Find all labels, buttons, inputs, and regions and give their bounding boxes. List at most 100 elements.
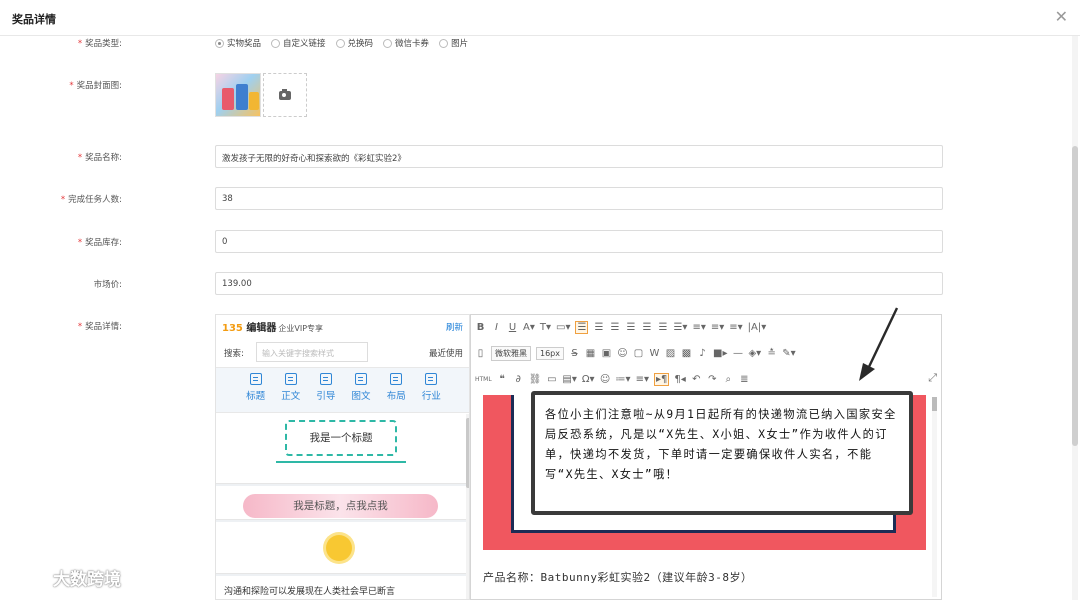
new-doc-icon[interactable]: ▯: [475, 348, 486, 359]
prize-name-input[interactable]: 激发孩子无限的好奇心和探索欲的《彩虹实验2》: [215, 145, 943, 168]
redo-icon[interactable]: ↷: [707, 374, 718, 385]
format-paint-icon[interactable]: ≛: [766, 348, 777, 359]
radio-dot-icon[interactable]: [271, 38, 281, 48]
task-count-input[interactable]: 38: [215, 187, 943, 210]
sun-icon: [326, 535, 352, 561]
tab-layout[interactable]: 布局: [387, 368, 406, 412]
radio-dot-icon[interactable]: [383, 38, 393, 48]
unordered-list-icon[interactable]: ≡▾: [636, 374, 649, 385]
align-right-icon[interactable]: ☰: [609, 322, 620, 333]
template-title-box: 我是一个标题: [285, 420, 397, 456]
editor135-header: 135 编辑器 企业VIP专享 刷新: [216, 315, 469, 337]
radio-physical[interactable]: 实物奖品: [215, 37, 261, 49]
close-icon[interactable]: ✕: [1055, 8, 1068, 26]
indent-icon[interactable]: ☰: [657, 322, 668, 333]
prize-type-label: * 奖品类型:: [77, 39, 122, 49]
search-replace-icon[interactable]: ⌕: [723, 374, 734, 385]
stock-label: * 奖品库存:: [77, 238, 122, 248]
style-search-input[interactable]: 输入关键字搜索样式: [256, 342, 368, 362]
undo-icon[interactable]: ↶: [691, 374, 702, 385]
letter-spacing-icon[interactable]: |A|▾: [748, 322, 767, 333]
strikethrough-icon[interactable]: S̶: [569, 348, 580, 359]
cover-label: * 奖品封面图:: [69, 81, 122, 91]
image-icon[interactable]: ▣: [601, 348, 612, 359]
radio-wechat-card[interactable]: 微信卡券: [383, 37, 429, 49]
toolbar-row: ▯ 微软雅黑 16px S̶ ▦ ▣ ☺ ▢ W ▨ ▩ ♪ ■▸ — ◈▾ ≛…: [475, 341, 796, 365]
font-color-icon[interactable]: A▾: [523, 322, 535, 333]
tab-body[interactable]: 正文: [281, 368, 300, 412]
editor-scrollbar[interactable]: [932, 397, 937, 597]
template-icon[interactable]: ▤▾: [562, 374, 576, 385]
template-item[interactable]: [216, 522, 466, 574]
emoji-icon[interactable]: ☺: [617, 348, 628, 359]
code-icon[interactable]: ▭: [546, 374, 557, 385]
tab-industry[interactable]: 行业: [422, 368, 441, 412]
template-item[interactable]: 沟通和探险可以发展现在人类社会早已断言: [216, 576, 466, 599]
horizontal-line-icon[interactable]: —: [732, 348, 743, 359]
radio-redeem-code[interactable]: 兑换码: [335, 37, 373, 49]
tab-title[interactable]: 标题: [246, 368, 265, 412]
scrollbar-thumb[interactable]: [1072, 146, 1078, 446]
radio-image[interactable]: 图片: [439, 37, 468, 49]
ordered-list-icon[interactable]: ≔▾: [616, 374, 631, 385]
align-left-icon[interactable]: ☰: [575, 320, 589, 334]
template-list: 我是一个标题 我是标题，点我点我 沟通和探险可以发展现在人类社会早已断言: [216, 414, 466, 599]
stock-input[interactable]: 0: [215, 230, 943, 253]
template-item[interactable]: 我是一个标题: [216, 414, 466, 484]
bg-color-icon[interactable]: ▭▾: [556, 322, 570, 333]
row-spacing-top-icon[interactable]: ≡▾: [692, 322, 705, 333]
template-item[interactable]: 我是标题，点我点我: [216, 486, 466, 520]
video-icon[interactable]: ■▸: [713, 348, 727, 359]
tab-image-text[interactable]: 图文: [352, 368, 371, 412]
link-icon[interactable]: ∂: [513, 374, 524, 385]
ltr-icon[interactable]: ▸¶: [653, 372, 670, 386]
italic-icon[interactable]: I: [491, 322, 502, 333]
cover-upload-button[interactable]: [263, 73, 307, 117]
notice-banner: 各位小主们注意啦~从9月1日起所有的快递物流已纳入国家安全局反恐系统，凡是以“X…: [483, 391, 926, 550]
bold-icon[interactable]: B: [475, 322, 486, 333]
picture-icon[interactable]: ▨: [665, 348, 676, 359]
audio-icon[interactable]: ♪: [697, 348, 708, 359]
quote-icon[interactable]: ❝: [497, 374, 508, 385]
smiley-icon[interactable]: ☺: [600, 374, 611, 385]
radio-dot-icon[interactable]: [439, 38, 449, 48]
line-height-icon[interactable]: ☰▾: [673, 322, 687, 333]
html-icon[interactable]: HTML: [475, 376, 492, 383]
recent-used-link[interactable]: 最近使用: [429, 347, 463, 359]
table-icon[interactable]: ▦: [585, 348, 596, 359]
product-name-text: 产品名称：Batbunny彩虹实验2（建议年龄3-8岁）: [483, 571, 753, 584]
refresh-link[interactable]: 刷新: [446, 321, 463, 333]
align-center-icon[interactable]: ☰: [593, 322, 604, 333]
gallery-icon[interactable]: ▩: [681, 348, 692, 359]
text-style-icon[interactable]: T▾: [540, 322, 551, 333]
dialog-scrollbar[interactable]: [1072, 36, 1078, 600]
dialog-header: 奖品详情 ✕: [0, 0, 1080, 36]
radio-dot-icon[interactable]: [215, 38, 224, 48]
unlink-icon[interactable]: ⛓: [529, 374, 542, 385]
link-box-icon[interactable]: ▢: [633, 348, 644, 359]
editor-content[interactable]: 各位小主们注意啦~从9月1日起所有的快递物流已纳入国家安全局反恐系统，凡是以“X…: [471, 391, 941, 599]
align-justify-icon[interactable]: ☰: [625, 322, 636, 333]
editor135-panel: 135 编辑器 企业VIP专享 刷新 搜索: 输入关键字搜索样式 最近使用 标题 …: [215, 314, 470, 600]
row-spacing-bottom-icon[interactable]: ≡▾: [711, 322, 724, 333]
font-family-select[interactable]: 微软雅黑: [491, 345, 531, 361]
radio-custom-link[interactable]: 自定义链接: [271, 37, 326, 49]
radio-dot-icon[interactable]: [335, 38, 345, 48]
rtl-icon[interactable]: ¶◂: [674, 374, 685, 385]
font-size-select[interactable]: 16px: [536, 346, 564, 360]
distribute-icon[interactable]: ☰: [641, 322, 652, 333]
format-icon[interactable]: ≣: [739, 374, 750, 385]
paragraph-icon[interactable]: ≡▾: [729, 322, 742, 333]
word-icon[interactable]: W: [649, 348, 660, 359]
name-label: * 奖品名称:: [77, 153, 122, 163]
cover-thumbnail[interactable]: [215, 73, 261, 117]
industry-icon: [425, 373, 438, 385]
magic-icon[interactable]: ✎▾: [782, 348, 795, 359]
eraser-icon[interactable]: ◈▾: [748, 348, 761, 359]
guide-icon: [319, 373, 332, 385]
tab-guide[interactable]: 引导: [316, 368, 335, 412]
fullscreen-icon[interactable]: ⤢: [928, 371, 937, 385]
market-price-input[interactable]: 139.00: [215, 272, 943, 295]
special-char-icon[interactable]: Ω▾: [582, 374, 595, 385]
underline-icon[interactable]: U: [507, 322, 518, 333]
